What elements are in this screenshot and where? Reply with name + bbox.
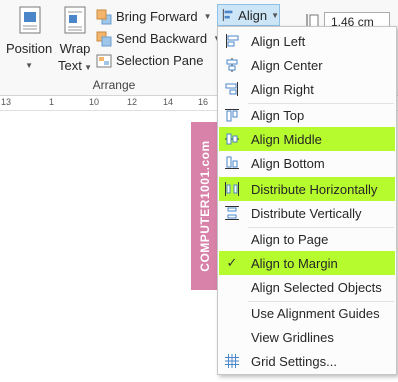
wrap-label-line2: Text — [58, 58, 82, 73]
align-middle-icon — [225, 133, 239, 145]
position-button[interactable]: Position ▼ — [6, 4, 52, 74]
menu-item-label: Distribute Vertically — [251, 205, 362, 221]
wrap-label-line1: Wrap — [59, 41, 91, 56]
align-bottom-icon — [225, 156, 239, 169]
menu-item-distribute-horizontally[interactable]: Distribute Horizontally — [219, 177, 395, 201]
selection-pane-icon — [96, 54, 112, 67]
align-right-icon — [225, 82, 238, 96]
menu-item-label: Align Middle — [251, 131, 322, 147]
menu-item-label: Align Bottom — [251, 155, 325, 171]
menu-item-label: Grid Settings... — [251, 353, 337, 369]
menu-item-align-selected-objects[interactable]: Align Selected Objects — [219, 275, 395, 299]
arrange-group-label: Arrange — [92, 78, 136, 92]
align-label: Align — [238, 7, 268, 23]
align-button[interactable]: Align ▼ — [217, 4, 280, 26]
menu-item-label: Align Right — [251, 81, 314, 97]
distribute-vertically-icon — [225, 206, 239, 220]
chevron-down-icon: ▼ — [25, 61, 34, 70]
align-left-icon — [226, 34, 239, 48]
bring-forward-button[interactable]: Bring Forward ▼ — [96, 6, 212, 27]
menu-item-align-middle[interactable]: Align Middle — [219, 127, 395, 151]
menu-item-label: Distribute Horizontally — [251, 181, 378, 197]
menu-item-label: Use Alignment Guides — [251, 305, 380, 321]
menu-item-grid-settings[interactable]: Grid Settings... — [219, 349, 395, 373]
selection-pane-label: Selection Pane — [116, 53, 204, 68]
grid-icon — [225, 354, 239, 368]
menu-item-align-bottom[interactable]: Align Bottom — [219, 151, 395, 175]
ruler-tick-label: 10 — [89, 97, 100, 107]
menu-item-align-top[interactable]: Align Top — [219, 103, 395, 127]
align-dropdown-menu: Align Left Align Center Align Right Alig… — [217, 26, 397, 375]
shape-text: COMPUTER1001.com — [198, 140, 212, 272]
send-backward-label: Send Backward — [116, 31, 208, 46]
chevron-down-icon: ▼ — [81, 63, 92, 72]
selection-pane-button[interactable]: Selection Pane — [96, 50, 203, 71]
checkmark-icon: ✓ — [226, 255, 238, 270]
menu-item-label: Align Left — [251, 33, 306, 49]
menu-item-align-to-margin[interactable]: ✓ Align to Margin — [219, 251, 395, 275]
menu-item-align-right[interactable]: Align Right — [219, 77, 395, 101]
align-center-icon — [226, 58, 238, 72]
menu-item-label: Align Selected Objects — [251, 279, 382, 295]
send-backward-icon — [96, 31, 112, 46]
menu-item-align-left[interactable]: Align Left — [219, 29, 395, 53]
menu-item-label: Align to Page — [251, 231, 329, 247]
align-icon — [222, 8, 233, 22]
distribute-horizontally-icon — [225, 182, 239, 196]
menu-item-label: Align Top — [251, 107, 305, 123]
wrap-text-icon — [64, 6, 86, 34]
menu-item-distribute-vertically[interactable]: Distribute Vertically — [219, 201, 395, 225]
position-icon — [19, 6, 41, 34]
ruler-tick-label: 14 — [163, 97, 174, 107]
menu-item-label: Align Center — [251, 57, 323, 73]
bring-forward-icon — [96, 9, 112, 24]
menu-item-view-gridlines[interactable]: View Gridlines — [219, 325, 395, 349]
bring-forward-label: Bring Forward — [116, 9, 198, 24]
ruler-tick-label: 1 — [49, 97, 55, 107]
menu-item-use-alignment-guides[interactable]: Use Alignment Guides — [219, 301, 395, 325]
chevron-down-icon: ▼ — [271, 10, 279, 20]
menu-item-align-to-page[interactable]: Align to Page — [219, 227, 395, 251]
chevron-down-icon: ▼ — [203, 12, 212, 21]
send-backward-button[interactable]: Send Backward ▼ — [96, 28, 221, 49]
menu-item-align-center[interactable]: Align Center — [219, 53, 395, 77]
ruler-tick-label: 13 — [1, 97, 12, 107]
menu-item-label: Align to Margin — [251, 255, 338, 271]
align-top-icon — [225, 109, 239, 122]
ruler-tick-label: 16 — [198, 97, 209, 107]
wrap-text-button[interactable]: Wrap Text ▼ — [58, 4, 92, 76]
position-label: Position — [6, 41, 53, 56]
menu-item-label: View Gridlines — [251, 329, 334, 345]
ruler-tick-label: 12 — [127, 97, 138, 107]
